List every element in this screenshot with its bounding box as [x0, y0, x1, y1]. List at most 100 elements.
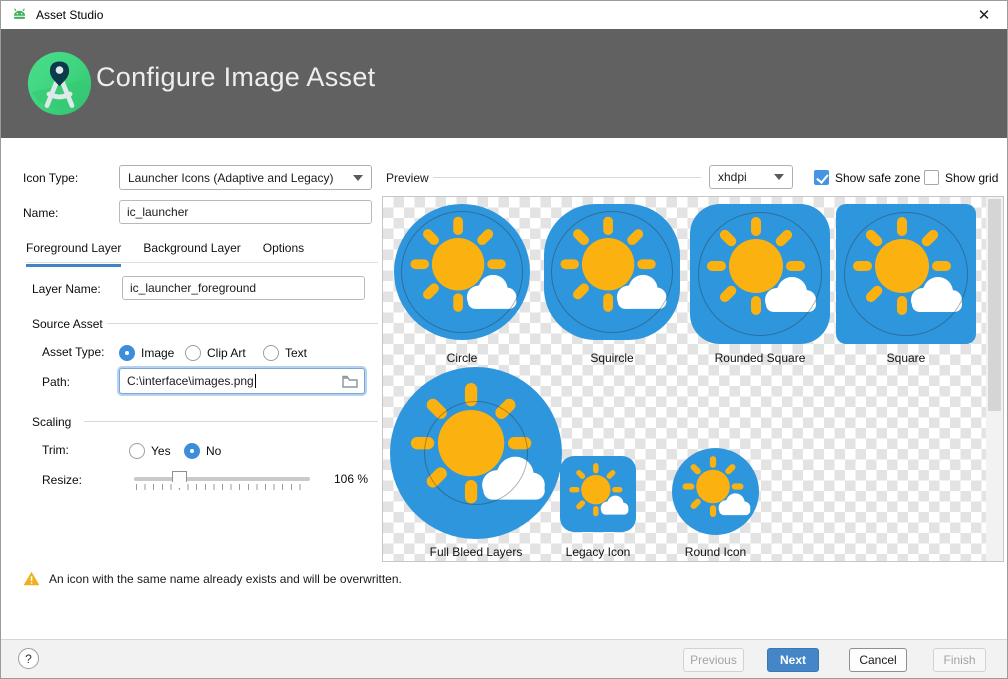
radio-off-icon	[263, 345, 279, 361]
resize-slider[interactable]	[134, 471, 310, 491]
launcher-preview-rounded-square	[690, 204, 830, 344]
scaling-divider	[84, 421, 378, 422]
wizard-header: Configure Image Asset	[1, 29, 1007, 138]
tile-label: Square	[887, 351, 926, 365]
name-label: Name:	[23, 206, 58, 220]
preview-section-label: Preview	[386, 171, 429, 185]
chevron-down-icon	[774, 174, 784, 180]
preview-tile-full-bleed: Full Bleed Layers	[390, 367, 562, 559]
preview-divider	[433, 177, 701, 178]
page-title: Configure Image Asset	[96, 62, 375, 93]
resize-value: 106 %	[334, 472, 368, 486]
checkbox-unchecked-icon	[924, 170, 939, 185]
next-button[interactable]: Next	[767, 648, 819, 672]
trim-radio-no[interactable]: No	[184, 443, 221, 459]
path-input[interactable]: C:\interface\images.png	[119, 368, 365, 394]
preview-tile-rounded-square: Rounded Square	[690, 204, 830, 365]
window-title: Asset Studio	[36, 8, 103, 22]
preview-tile-squircle: Squircle	[544, 204, 680, 365]
slider-ticks	[136, 484, 308, 490]
preview-tile-legacy: Legacy Icon	[543, 456, 653, 559]
radio-label: Image	[141, 346, 174, 360]
radio-on-icon	[184, 443, 200, 459]
safe-zone-ring	[844, 212, 968, 336]
radio-on-icon	[119, 345, 135, 361]
asset-type-radio-clipart[interactable]: Clip Art	[185, 345, 246, 361]
preview-scrollbar[interactable]	[986, 197, 1003, 561]
footer-bar: ? Previous Next Cancel Finish	[1, 639, 1007, 678]
chevron-down-icon	[353, 175, 363, 181]
radio-label: Text	[285, 346, 307, 360]
tab-background-layer[interactable]: Background Layer	[143, 241, 240, 267]
name-input[interactable]: ic_launcher	[119, 200, 372, 224]
preview-canvas: Circle Squircle Rounded Square Square	[382, 196, 1004, 562]
radio-off-icon	[185, 345, 201, 361]
launcher-preview-squircle	[544, 204, 680, 340]
tile-label: Rounded Square	[715, 351, 806, 365]
title-bar: Asset Studio ✕	[1, 1, 1007, 29]
warning-row: An icon with the same name already exist…	[23, 571, 402, 586]
radio-label: No	[206, 444, 221, 458]
launcher-preview-circle	[394, 204, 530, 340]
checkbox-label: Show grid	[945, 171, 998, 185]
density-value: xhdpi	[718, 170, 747, 184]
help-button[interactable]: ?	[18, 648, 39, 669]
safe-zone-ring	[424, 401, 528, 505]
android-studio-logo-icon	[26, 50, 93, 117]
tile-label: Round Icon	[685, 545, 746, 559]
name-value: ic_launcher	[127, 205, 188, 219]
safe-zone-ring	[401, 211, 523, 333]
safe-zone-ring	[698, 212, 822, 336]
folder-browse-icon[interactable]	[342, 375, 358, 388]
tile-label: Circle	[447, 351, 478, 365]
asset-type-label: Asset Type:	[42, 345, 104, 359]
finish-button[interactable]: Finish	[933, 648, 986, 672]
source-asset-divider	[107, 323, 378, 324]
tab-foreground-layer[interactable]: Foreground Layer	[26, 241, 121, 267]
warning-icon	[23, 571, 40, 586]
layer-name-input[interactable]: ic_launcher_foreground	[122, 276, 365, 300]
preview-tile-square: Square	[836, 204, 976, 365]
launcher-preview-full-bleed	[390, 367, 562, 539]
asset-type-radio-text[interactable]: Text	[263, 345, 307, 361]
launcher-preview-legacy	[560, 456, 636, 532]
launcher-preview-square	[836, 204, 976, 344]
checkbox-label: Show safe zone	[835, 171, 920, 185]
tab-options[interactable]: Options	[263, 241, 304, 267]
radio-label: Yes	[151, 444, 171, 458]
text-caret	[255, 374, 256, 388]
preview-tile-circle: Circle	[394, 204, 530, 365]
icon-type-label: Icon Type:	[23, 171, 78, 185]
show-safe-zone-checkbox[interactable]: Show safe zone	[814, 170, 920, 185]
scrollbar-thumb[interactable]	[988, 199, 1001, 411]
layer-name-label: Layer Name:	[32, 282, 101, 296]
density-select[interactable]: xhdpi	[709, 165, 793, 189]
icon-type-select[interactable]: Launcher Icons (Adaptive and Legacy)	[119, 165, 372, 190]
resize-label: Resize:	[42, 473, 82, 487]
layer-name-value: ic_launcher_foreground	[130, 281, 256, 295]
previous-button[interactable]: Previous	[683, 648, 744, 672]
layer-tabs: Foreground Layer Background Layer Option…	[26, 241, 304, 267]
cancel-button[interactable]: Cancel	[849, 648, 907, 672]
path-label: Path:	[42, 375, 70, 389]
tile-label: Legacy Icon	[566, 545, 631, 559]
icon-type-value: Launcher Icons (Adaptive and Legacy)	[128, 171, 333, 185]
launcher-preview-round	[672, 448, 759, 535]
scaling-section-label: Scaling	[32, 415, 71, 429]
radio-off-icon	[129, 443, 145, 459]
tabs-divider	[26, 262, 378, 263]
radio-label: Clip Art	[207, 346, 246, 360]
preview-tile-round: Round Icon	[653, 448, 778, 559]
slider-track[interactable]	[134, 477, 310, 481]
close-button[interactable]: ✕	[961, 1, 1007, 28]
trim-radio-yes[interactable]: Yes	[129, 443, 171, 459]
tile-label: Full Bleed Layers	[430, 545, 523, 559]
path-value: C:\interface\images.png	[127, 374, 254, 388]
tile-label: Squircle	[590, 351, 633, 365]
android-icon	[11, 8, 28, 22]
safe-zone-ring	[551, 211, 673, 333]
show-grid-checkbox[interactable]: Show grid	[924, 170, 998, 185]
asset-type-radio-image[interactable]: Image	[119, 345, 174, 361]
trim-label: Trim:	[42, 443, 69, 457]
checkbox-checked-icon	[814, 170, 829, 185]
